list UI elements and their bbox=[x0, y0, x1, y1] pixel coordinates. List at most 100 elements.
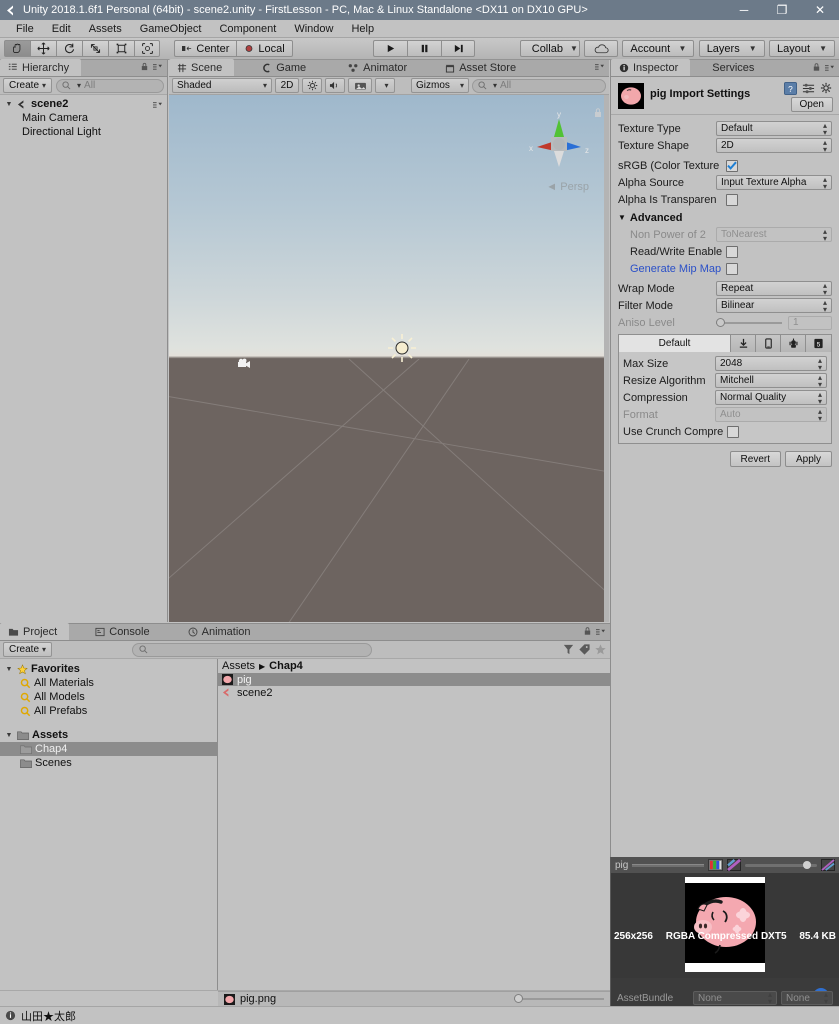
menu-edit[interactable]: Edit bbox=[43, 20, 80, 38]
tab-game[interactable]: Game bbox=[254, 59, 318, 76]
max-size-dropdown[interactable]: 2048 ▴ ▾ bbox=[715, 356, 827, 371]
slider-knob[interactable] bbox=[716, 317, 725, 327]
wrap-mode-dropdown[interactable]: Repeat ▴ ▾ bbox=[716, 281, 832, 296]
hierarchy-item-main-camera[interactable]: Main Camera bbox=[0, 111, 167, 125]
alpha-source-dropdown[interactable]: Input Texture Alpha ▴ ▾ bbox=[716, 175, 832, 190]
assetbundle-variant-dropdown[interactable]: None ▴ ▾ bbox=[781, 991, 833, 1006]
project-zoom-knob[interactable] bbox=[514, 994, 523, 1003]
filter-label-icon[interactable] bbox=[578, 643, 591, 656]
use-crunch-checkbox[interactable] bbox=[727, 425, 739, 438]
hierarchy-search-input[interactable]: ▾ All bbox=[56, 78, 164, 93]
project-favorite-all-materials[interactable]: All Materials bbox=[0, 676, 217, 690]
mip-low-icon[interactable] bbox=[727, 859, 742, 871]
generate-mip-map-label[interactable]: Generate Mip Map bbox=[630, 263, 726, 275]
main-camera-gizmo[interactable] bbox=[237, 357, 255, 371]
project-create-button[interactable]: Create ▾ bbox=[3, 642, 53, 657]
gizmos-dropdown[interactable]: Gizmos ▾ bbox=[411, 78, 469, 93]
panel-menu-icon[interactable] bbox=[595, 627, 606, 636]
asset-item-pig[interactable]: pig bbox=[218, 673, 610, 686]
menu-file[interactable]: File bbox=[7, 20, 43, 38]
platform-tab-android[interactable] bbox=[781, 335, 806, 352]
panel-menu-icon[interactable] bbox=[824, 63, 835, 72]
scene-effects-button[interactable] bbox=[348, 78, 372, 93]
pivot-mode-button[interactable]: Center bbox=[174, 40, 237, 57]
project-zoom-slider[interactable] bbox=[514, 994, 604, 1003]
foldout-icon[interactable]: ▼ bbox=[4, 101, 14, 108]
scale-tool-button[interactable] bbox=[82, 40, 108, 57]
asset-item-scene2[interactable]: scene2 bbox=[218, 686, 610, 699]
tab-console[interactable]: Console bbox=[87, 623, 161, 640]
filter-favorite-icon[interactable] bbox=[594, 643, 607, 656]
help-icon[interactable]: ? bbox=[784, 82, 797, 95]
menu-gameobject[interactable]: GameObject bbox=[131, 20, 211, 38]
foldout-icon[interactable]: ▼ bbox=[4, 666, 14, 673]
panel-menu-icon[interactable] bbox=[152, 62, 163, 71]
panel-menu-icon[interactable] bbox=[594, 62, 605, 71]
menu-help[interactable]: Help bbox=[342, 20, 383, 38]
menu-component[interactable]: Component bbox=[210, 20, 285, 38]
move-tool-button[interactable] bbox=[30, 40, 56, 57]
read-write-checkbox[interactable] bbox=[726, 245, 738, 258]
tab-inspector[interactable]: Inspector bbox=[611, 59, 691, 76]
rgb-channel-icon[interactable] bbox=[708, 859, 724, 871]
advanced-foldout[interactable]: ▼ Advanced bbox=[618, 210, 832, 225]
project-favorite-all-models[interactable]: All Models bbox=[0, 690, 217, 704]
generate-mip-map-checkbox[interactable] bbox=[726, 262, 738, 275]
preview-canvas[interactable]: 256x256 RGBA Compressed DXT5 85.4 KB bbox=[611, 873, 839, 978]
open-button[interactable]: Open bbox=[790, 97, 833, 112]
aniso-level-slider[interactable]: 1 bbox=[716, 315, 832, 330]
scene-effects-dropdown[interactable]: ▾ bbox=[375, 78, 395, 93]
srgb-checkbox[interactable] bbox=[726, 159, 738, 172]
project-search-input[interactable] bbox=[132, 642, 373, 657]
gear-icon[interactable] bbox=[820, 82, 833, 95]
breadcrumb-chap4[interactable]: Chap4 bbox=[269, 660, 303, 672]
tab-services[interactable]: Services bbox=[704, 59, 766, 76]
collab-button[interactable]: Collab ▼ bbox=[519, 40, 580, 57]
filter-mode-dropdown[interactable]: Bilinear ▴ ▾ bbox=[716, 298, 832, 313]
draw-mode-dropdown[interactable]: Shaded ▾ bbox=[172, 78, 272, 93]
hierarchy-create-button[interactable]: Create ▾ bbox=[3, 78, 53, 93]
layout-button[interactable]: Layout ▼ bbox=[769, 40, 835, 57]
revert-button[interactable]: Revert bbox=[729, 451, 781, 467]
step-button[interactable] bbox=[441, 40, 476, 57]
tab-animator[interactable]: Animator bbox=[340, 59, 419, 76]
scene-audio-button[interactable] bbox=[325, 78, 345, 93]
apply-button[interactable]: Apply bbox=[784, 451, 832, 467]
scene-canvas[interactable]: y x z ◄ Persp bbox=[169, 95, 609, 622]
maximize-button[interactable]: ❐ bbox=[763, 0, 801, 20]
close-button[interactable]: ✕ bbox=[801, 0, 839, 20]
pivot-rotation-button[interactable]: Local bbox=[236, 40, 293, 57]
breadcrumb-assets[interactable]: Assets bbox=[222, 660, 255, 672]
play-button[interactable] bbox=[373, 40, 408, 57]
tab-project[interactable]: Project bbox=[0, 623, 70, 640]
tab-animation[interactable]: Animation bbox=[180, 623, 263, 640]
project-folder-scenes[interactable]: Scenes bbox=[0, 756, 217, 770]
platform-tab-ios[interactable] bbox=[756, 335, 781, 352]
pause-button[interactable] bbox=[407, 40, 442, 57]
scene-search-input[interactable]: ▾ All bbox=[472, 78, 606, 93]
layers-button[interactable]: Layers ▼ bbox=[698, 40, 765, 57]
hierarchy-item-directional-light[interactable]: Directional Light bbox=[0, 125, 167, 139]
tab-asset-store[interactable]: Asset Store bbox=[437, 59, 528, 76]
status-bar[interactable]: 山田★太郎 bbox=[0, 1006, 839, 1024]
scene-vertical-scrollbar[interactable] bbox=[604, 95, 609, 622]
transform-tool-button[interactable] bbox=[134, 40, 160, 57]
platform-tab-standalone[interactable] bbox=[731, 335, 756, 352]
assetbundle-dropdown[interactable]: None ▴ ▾ bbox=[693, 991, 777, 1006]
texture-type-dropdown[interactable]: Default ▴ ▾ bbox=[716, 121, 832, 136]
scene-menu-icon[interactable] bbox=[152, 100, 163, 109]
lock-icon[interactable] bbox=[812, 62, 821, 72]
menu-window[interactable]: Window bbox=[285, 20, 342, 38]
platform-tab-default[interactable]: Default bbox=[619, 335, 731, 352]
lock-icon[interactable] bbox=[140, 62, 149, 71]
lock-icon[interactable] bbox=[583, 626, 592, 636]
project-favorite-all-prefabs[interactable]: All Prefabs bbox=[0, 704, 217, 718]
rotate-tool-button[interactable] bbox=[56, 40, 82, 57]
platform-tab-webgl[interactable]: 5 bbox=[806, 335, 831, 352]
texture-shape-dropdown[interactable]: 2D ▴ ▾ bbox=[716, 138, 832, 153]
mip-slider-knob[interactable] bbox=[803, 860, 812, 869]
preset-icon[interactable] bbox=[802, 82, 815, 95]
directional-light-gizmo[interactable] bbox=[387, 333, 417, 363]
account-button[interactable]: Account ▼ bbox=[622, 40, 695, 57]
alpha-is-transparent-checkbox[interactable] bbox=[726, 193, 738, 206]
